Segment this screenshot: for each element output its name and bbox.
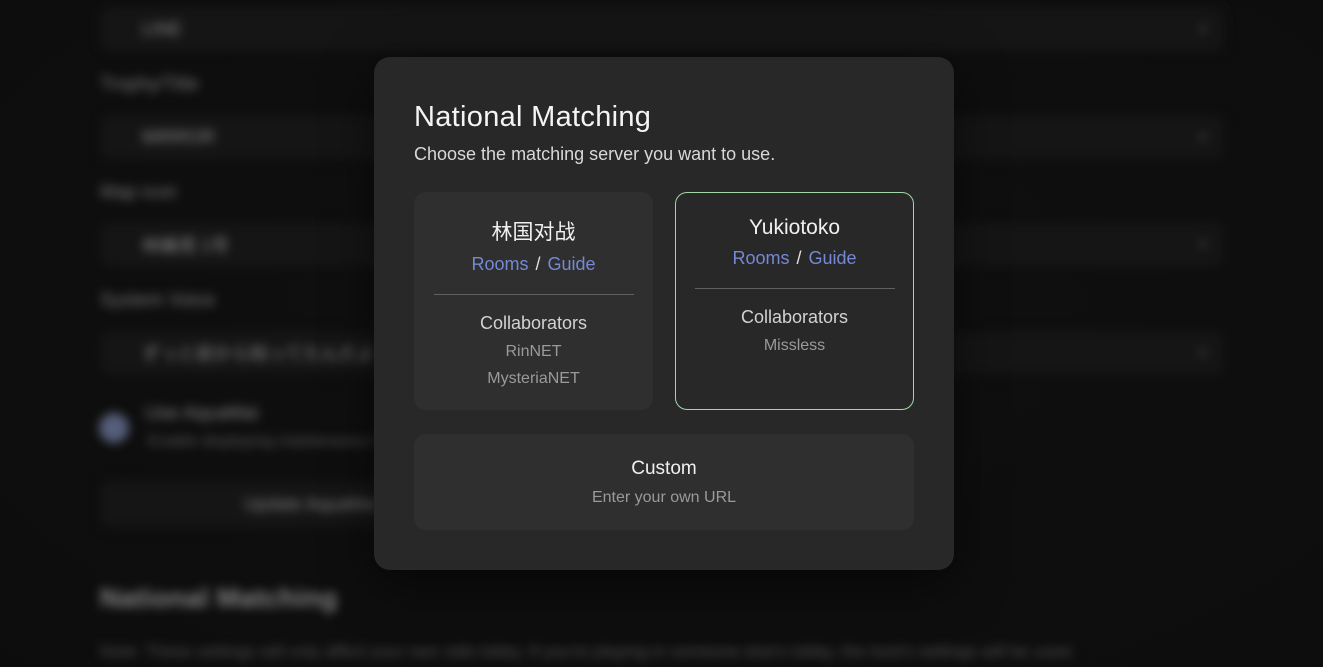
collaborators-heading: Collaborators xyxy=(480,313,587,334)
custom-server-card[interactable]: Custom Enter your own URL xyxy=(414,434,914,530)
guide-link[interactable]: Guide xyxy=(547,254,595,275)
custom-card-subtitle: Enter your own URL xyxy=(592,489,736,507)
card-divider xyxy=(695,288,895,289)
national-matching-modal: National Matching Choose the matching se… xyxy=(374,57,954,570)
server-links: Rooms / Guide xyxy=(471,254,595,275)
rooms-link[interactable]: Rooms xyxy=(471,254,528,275)
server-card-linguo[interactable]: 林国对战 Rooms / Guide Collaborators RinNET … xyxy=(414,192,653,410)
server-options-row: 林国对战 Rooms / Guide Collaborators RinNET … xyxy=(414,192,914,410)
server-name: 林国对战 xyxy=(492,216,576,246)
collaborators-heading: Collaborators xyxy=(741,307,848,328)
guide-link[interactable]: Guide xyxy=(808,248,856,269)
card-divider xyxy=(434,294,634,295)
page-background: LINE ▾ Trophy/Title MIRROR ▾ Map icon 林檎… xyxy=(0,0,1323,667)
modal-title: National Matching xyxy=(414,101,914,134)
modal-subtitle: Choose the matching server you want to u… xyxy=(414,144,914,165)
collaborator-name: MysteriaNET xyxy=(487,370,579,388)
rooms-link[interactable]: Rooms xyxy=(732,248,789,269)
link-separator: / xyxy=(796,248,801,269)
server-links: Rooms / Guide xyxy=(732,248,856,269)
custom-card-title: Custom xyxy=(631,458,696,480)
collaborator-name: RinNET xyxy=(505,343,561,361)
link-separator: / xyxy=(535,254,540,275)
server-card-yukiotoko[interactable]: Yukiotoko Rooms / Guide Collaborators Mi… xyxy=(675,192,914,410)
server-name: Yukiotoko xyxy=(749,216,840,240)
collaborator-name: Missless xyxy=(764,337,825,355)
